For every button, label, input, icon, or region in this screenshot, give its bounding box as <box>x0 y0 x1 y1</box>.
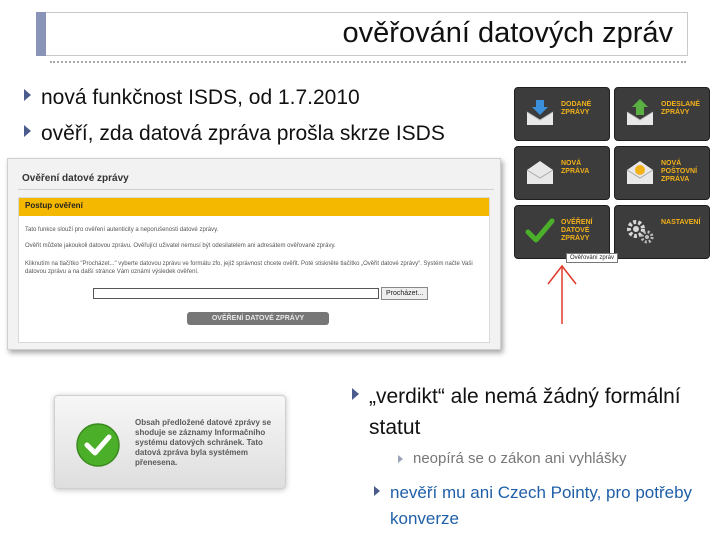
sub-bullet-arrow-icon <box>398 454 403 463</box>
outbox-icon <box>626 99 654 125</box>
verification-result-box: Obsah předložené datové zprávy se shoduj… <box>54 395 286 489</box>
verification-form-screenshot: Ověření datové zprávy Postup ověření Tat… <box>7 158 501 350</box>
envelope-icon <box>526 161 554 184</box>
title-box: ověřování datových zpráv <box>46 12 688 56</box>
tile-label: NOVÁ POŠTOVNÍ ZPRÁVA <box>661 160 698 183</box>
bullet-czech-point: nevěří mu ani Czech Pointy, pro potřeby … <box>374 480 714 532</box>
bullet-text: „verdikt“ ale nemá žádný formální statut <box>369 385 681 439</box>
title-divider <box>50 61 686 63</box>
bullet-arrow-icon <box>24 125 31 137</box>
tile-sent-messages[interactable]: ODESLANÉ ZPRÁVY <box>614 87 710 141</box>
tile-received-messages[interactable]: DODANÉ ZPRÁVY <box>514 87 610 141</box>
browse-button[interactable]: Procházet... <box>381 287 429 300</box>
bullet-new-feature: nová funkčnost ISDS, od 1.7.2010 <box>24 82 360 113</box>
tile-label: NASTAVENÍ <box>661 219 701 226</box>
bullet-text: nová funkčnost ISDS, od 1.7.2010 <box>41 86 360 109</box>
form-divider <box>18 189 494 190</box>
bullet-verdict: „verdikt“ ale nemá žádný formální statut <box>352 381 702 443</box>
section-header: Postup ověření <box>19 198 489 216</box>
sub-bullet-law: neopírá se o zákon ani vyhlášky <box>398 450 626 467</box>
tile-new-message[interactable]: NOVÁ ZPRÁVA <box>514 146 610 200</box>
tile-label: OVĚŘENÍ DATOVÉ ZPRÁVY <box>561 219 593 242</box>
form-panel: Postup ověření Tato funkce slouží pro ov… <box>18 197 490 343</box>
tile-label: ODESLANÉ ZPRÁVY <box>661 101 700 116</box>
bullet-verifies: ověří, zda datová zpráva prošla skrze IS… <box>24 118 445 149</box>
bullet-text: ověří, zda datová zpráva prošla skrze IS… <box>41 122 445 145</box>
success-check-icon <box>76 423 120 467</box>
form-paragraph: Ověřit můžete jakoukoli datovou zprávu. … <box>25 243 336 249</box>
result-message: Obsah předložené datové zprávy se shoduj… <box>135 418 272 467</box>
form-paragraph: Kliknutím na tlačítko "Procházet..." vyb… <box>25 261 473 275</box>
bullet-arrow-icon <box>24 89 31 101</box>
form-heading: Ověření datové zprávy <box>22 173 129 184</box>
bullet-arrow-icon <box>374 486 380 496</box>
bullet-text: nevěří mu ani Czech Pointy, pro potřeby … <box>390 483 693 528</box>
gears-icon <box>627 220 654 244</box>
title-accent-bar <box>36 12 46 56</box>
tile-verify-message[interactable]: OVĚŘENÍ DATOVÉ ZPRÁVY <box>514 205 610 259</box>
tile-settings[interactable]: NASTAVENÍ <box>614 205 710 259</box>
tile-label: NOVÁ ZPRÁVA <box>561 160 590 175</box>
file-path-input[interactable] <box>93 288 379 299</box>
sub-bullet-text: neopírá se o zákon ani vyhlášky <box>413 450 627 467</box>
slide-title: ověřování datových zpráv <box>342 17 673 49</box>
red-arrow-icon <box>547 264 577 324</box>
checkmark-icon <box>525 218 555 243</box>
postal-envelope-icon <box>626 161 654 184</box>
bullet-arrow-icon <box>352 388 359 400</box>
inbox-icon <box>526 100 554 125</box>
tile-new-postal-message[interactable]: NOVÁ POŠTOVNÍ ZPRÁVA <box>614 146 710 200</box>
form-paragraph: Tato funkce slouží pro ověření autentici… <box>25 227 219 233</box>
verify-message-button[interactable]: OVĚŘENÍ DATOVÉ ZPRÁVY <box>187 312 329 325</box>
section-title: Postup ověření <box>25 201 83 210</box>
tile-label: DODANÉ ZPRÁVY <box>561 101 592 116</box>
